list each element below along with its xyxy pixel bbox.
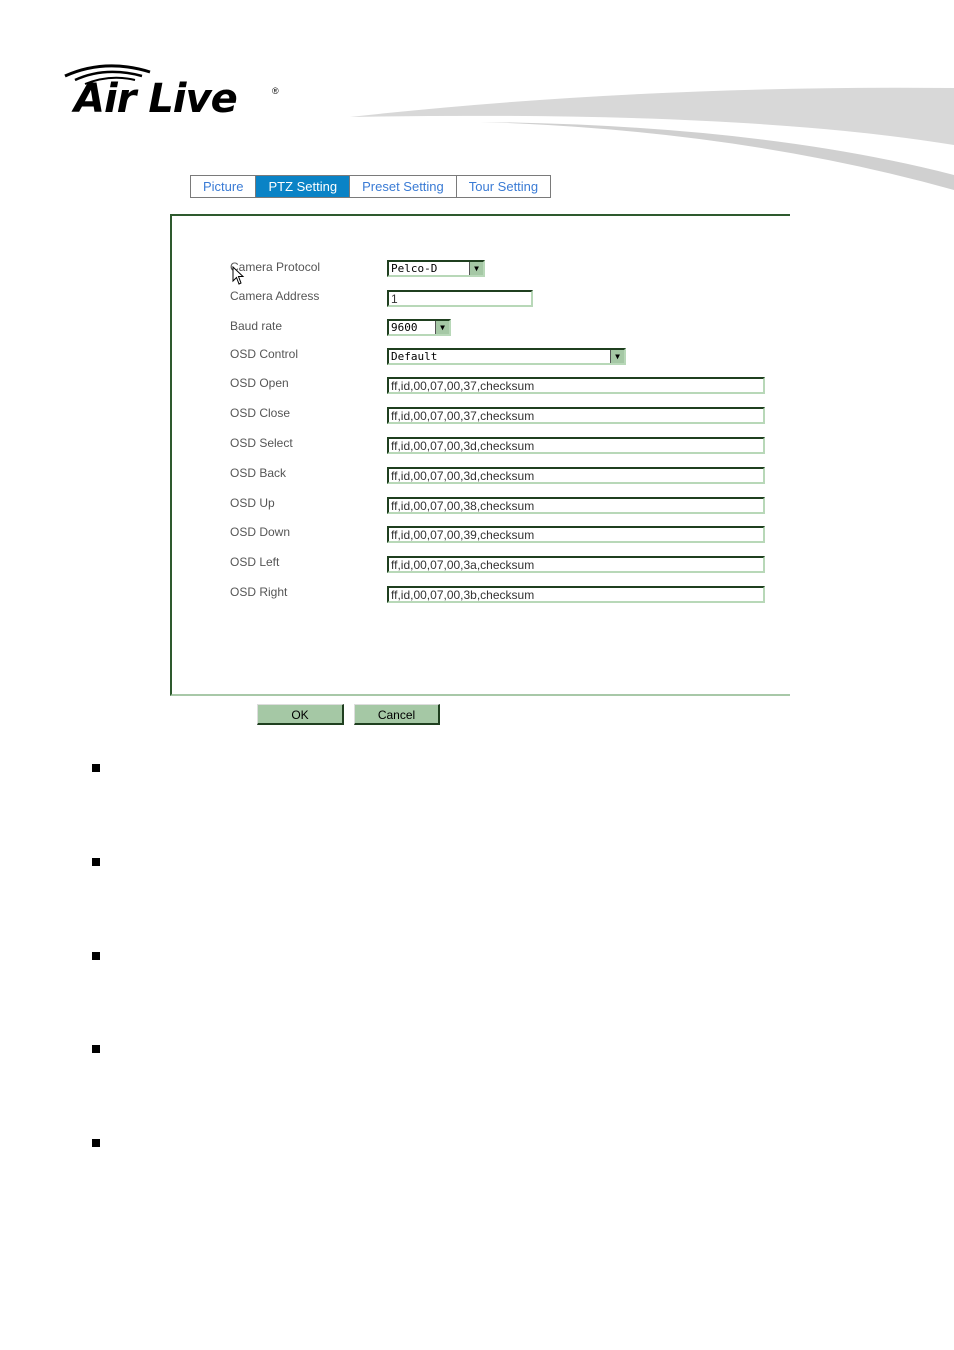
osd-up-input[interactable]: ff,id,00,07,00,38,checksum	[387, 497, 765, 514]
ptz-settings-panel	[170, 214, 790, 696]
tab-tour-setting[interactable]: Tour Setting	[455, 175, 552, 198]
chevron-down-icon[interactable]: ▼	[435, 321, 449, 334]
tab-preset-setting[interactable]: Preset Setting	[349, 175, 456, 198]
osd-left-label: OSD Left	[230, 555, 280, 569]
osd-close-input[interactable]: ff,id,00,07,00,37,checksum	[387, 407, 765, 424]
camera-address-label: Camera Address	[230, 289, 320, 303]
tab-bar: Picture PTZ Setting Preset Setting Tour …	[190, 175, 552, 198]
camera-protocol-select[interactable]: Pelco-D ▼	[387, 260, 485, 277]
chevron-down-icon[interactable]: ▼	[610, 350, 624, 363]
osd-back-label: OSD Back	[230, 466, 287, 480]
osd-open-label: OSD Open	[230, 376, 289, 390]
osd-right-label: OSD Right	[230, 585, 288, 599]
bullet-point	[92, 1139, 100, 1147]
osd-close-label: OSD Close	[230, 406, 291, 420]
osd-control-value: Default	[391, 350, 438, 363]
ok-button[interactable]: OK	[257, 704, 344, 725]
osd-down-label: OSD Down	[230, 525, 291, 539]
cancel-button[interactable]: Cancel	[354, 704, 440, 725]
baud-rate-select[interactable]: 9600 ▼	[387, 319, 451, 336]
osd-open-input[interactable]: ff,id,00,07,00,37,checksum	[387, 377, 765, 394]
bullet-point	[92, 952, 100, 960]
osd-up-label: OSD Up	[230, 496, 275, 510]
osd-select-input[interactable]: ff,id,00,07,00,3d,checksum	[387, 437, 765, 454]
airlive-logo: Air Live ®	[58, 58, 288, 128]
camera-address-input[interactable]: 1	[387, 290, 533, 307]
osd-select-label: OSD Select	[230, 436, 293, 450]
bullet-point	[92, 858, 100, 866]
tab-picture[interactable]: Picture	[190, 175, 256, 198]
chevron-down-icon[interactable]: ▼	[469, 262, 483, 275]
osd-back-input[interactable]: ff,id,00,07,00,3d,checksum	[387, 467, 765, 484]
page: Air Live ® Picture PTZ Setting Preset Se…	[0, 0, 954, 1350]
baud-rate-label: Baud rate	[230, 319, 283, 333]
bullet-point	[92, 1045, 100, 1053]
tab-ptz-setting[interactable]: PTZ Setting	[255, 175, 350, 198]
baud-rate-value: 9600	[391, 321, 418, 334]
osd-right-input[interactable]: ff,id,00,07,00,3b,checksum	[387, 586, 765, 603]
osd-down-input[interactable]: ff,id,00,07,00,39,checksum	[387, 526, 765, 543]
mouse-pointer-icon	[232, 266, 245, 285]
bullet-point	[92, 764, 100, 772]
camera-protocol-value: Pelco-D	[391, 262, 438, 275]
osd-left-input[interactable]: ff,id,00,07,00,3a,checksum	[387, 556, 765, 573]
osd-control-select[interactable]: Default ▼	[387, 348, 626, 365]
osd-control-label: OSD Control	[230, 347, 299, 361]
